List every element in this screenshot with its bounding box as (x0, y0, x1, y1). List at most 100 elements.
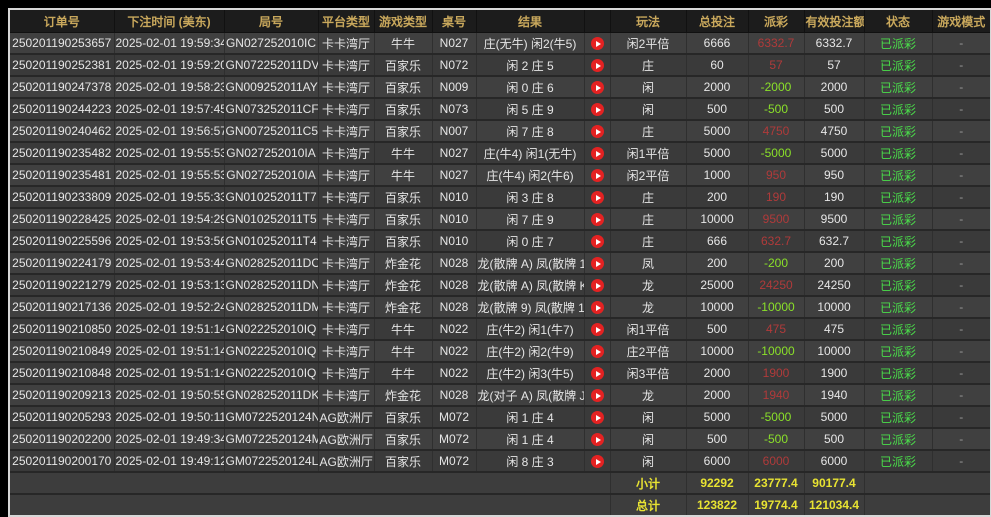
play-icon[interactable] (591, 455, 604, 468)
col-play-icon (584, 10, 610, 33)
play-method-cell: 闲2平倍 (610, 33, 686, 55)
play-cell (584, 76, 610, 98)
total-bet-cell: 6666 (686, 33, 748, 55)
play-cell (584, 208, 610, 230)
status-badge: 已派彩 (864, 340, 932, 362)
payout-cell: 6000 (748, 450, 804, 472)
game-type-cell: 百家乐 (374, 406, 432, 428)
order-id-cell: 250201190252381 (10, 54, 114, 76)
bet-time-cell: 2025-02-01 19:55:33 (114, 186, 224, 208)
table-row: 250201190205293 2025-02-01 19:50:11 GM07… (10, 406, 990, 428)
play-method-cell: 庄 (610, 54, 686, 76)
play-icon[interactable] (591, 169, 604, 182)
status-badge: 已派彩 (864, 384, 932, 406)
result-cell: 龙(对子 A) 凤(散牌 J) (476, 384, 584, 406)
play-icon[interactable] (591, 367, 604, 380)
order-id-cell: 250201190235481 (10, 164, 114, 186)
play-icon[interactable] (591, 389, 604, 402)
col-payout: 派彩 (748, 10, 804, 33)
game-mode-cell: - (932, 142, 990, 164)
platform-cell: 卡卡湾厅 (318, 164, 374, 186)
round-id-cell: GM0722520124L (224, 450, 318, 472)
game-type-cell: 百家乐 (374, 230, 432, 252)
play-icon[interactable] (591, 235, 604, 248)
game-type-cell: 牛牛 (374, 362, 432, 384)
payout-cell: 9500 (748, 208, 804, 230)
total-bet-cell: 1000 (686, 164, 748, 186)
status-badge: 已派彩 (864, 318, 932, 340)
play-method-cell: 闲 (610, 450, 686, 472)
table-no-cell: N072 (432, 54, 476, 76)
order-id-cell: 250201190225596 (10, 230, 114, 252)
round-id-cell: GN028252011DN (224, 274, 318, 296)
play-icon[interactable] (591, 257, 604, 270)
valid-bet-cell: 500 (804, 428, 864, 450)
col-play-method: 玩法 (610, 10, 686, 33)
table-row: 250201190240462 2025-02-01 19:56:57 GN00… (10, 120, 990, 142)
play-icon[interactable] (591, 191, 604, 204)
play-icon[interactable] (591, 125, 604, 138)
round-id-cell: GN010252011T5 (224, 208, 318, 230)
result-cell: 庄(牛2) 闲2(牛9) (476, 340, 584, 362)
game-type-cell: 百家乐 (374, 450, 432, 472)
play-icon[interactable] (591, 59, 604, 72)
game-mode-cell: - (932, 164, 990, 186)
result-cell: 龙(散牌 A) 凤(散牌 10) (476, 252, 584, 274)
order-id-cell: 250201190235482 (10, 142, 114, 164)
result-cell: 闲 3 庄 8 (476, 186, 584, 208)
status-badge: 已派彩 (864, 164, 932, 186)
game-mode-cell: - (932, 296, 990, 318)
platform-cell: 卡卡湾厅 (318, 186, 374, 208)
play-icon[interactable] (591, 345, 604, 358)
table-row: 250201190202200 2025-02-01 19:49:34 GM07… (10, 428, 990, 450)
table-no-cell: N010 (432, 230, 476, 252)
play-method-cell: 龙 (610, 296, 686, 318)
payout-cell: 632.7 (748, 230, 804, 252)
play-icon[interactable] (591, 279, 604, 292)
table-no-cell: M072 (432, 450, 476, 472)
play-method-cell: 闲3平倍 (610, 362, 686, 384)
table-no-cell: N028 (432, 252, 476, 274)
play-icon[interactable] (591, 147, 604, 160)
platform-cell: AG欧洲厅 (318, 450, 374, 472)
table-row: 250201190253657 2025-02-01 19:59:34 GN02… (10, 33, 990, 55)
table-no-cell: N028 (432, 384, 476, 406)
platform-cell: 卡卡湾厅 (318, 252, 374, 274)
play-cell (584, 252, 610, 274)
play-icon[interactable] (591, 81, 604, 94)
subtotal-spacer (10, 472, 610, 494)
table-no-cell: M072 (432, 406, 476, 428)
round-id-cell: GN072252011DV (224, 54, 318, 76)
round-id-cell: GN027252010IA (224, 164, 318, 186)
subtotal-label: 小计 (610, 472, 686, 494)
table-row: 250201190217136 2025-02-01 19:52:24 GN02… (10, 296, 990, 318)
table-no-cell: N010 (432, 208, 476, 230)
play-icon[interactable] (591, 37, 604, 50)
play-icon[interactable] (591, 433, 604, 446)
play-icon[interactable] (591, 411, 604, 424)
header-row: 订单号 下注时间 (美东) 局号 平台类型 游戏类型 桌号 结果 玩法 总投注 … (10, 10, 990, 33)
play-cell (584, 428, 610, 450)
game-mode-cell: - (932, 252, 990, 274)
play-icon[interactable] (591, 323, 604, 336)
payout-cell: 57 (748, 54, 804, 76)
status-badge: 已派彩 (864, 450, 932, 472)
play-icon[interactable] (591, 301, 604, 314)
play-cell (584, 33, 610, 55)
table-no-cell: N027 (432, 142, 476, 164)
total-bet-cell: 5000 (686, 142, 748, 164)
order-id-cell: 250201190202200 (10, 428, 114, 450)
round-id-cell: GN007252011C5 (224, 120, 318, 142)
play-cell (584, 120, 610, 142)
play-icon[interactable] (591, 213, 604, 226)
table-no-cell: N022 (432, 362, 476, 384)
table-no-cell: N022 (432, 340, 476, 362)
game-type-cell: 炸金花 (374, 384, 432, 406)
platform-cell: 卡卡湾厅 (318, 274, 374, 296)
play-method-cell: 闲 (610, 406, 686, 428)
play-icon[interactable] (591, 103, 604, 116)
payout-cell: 4750 (748, 120, 804, 142)
round-id-cell: GN022252010IQ (224, 362, 318, 384)
table-body: 250201190253657 2025-02-01 19:59:34 GN02… (10, 33, 990, 473)
result-cell: 闲 2 庄 5 (476, 54, 584, 76)
